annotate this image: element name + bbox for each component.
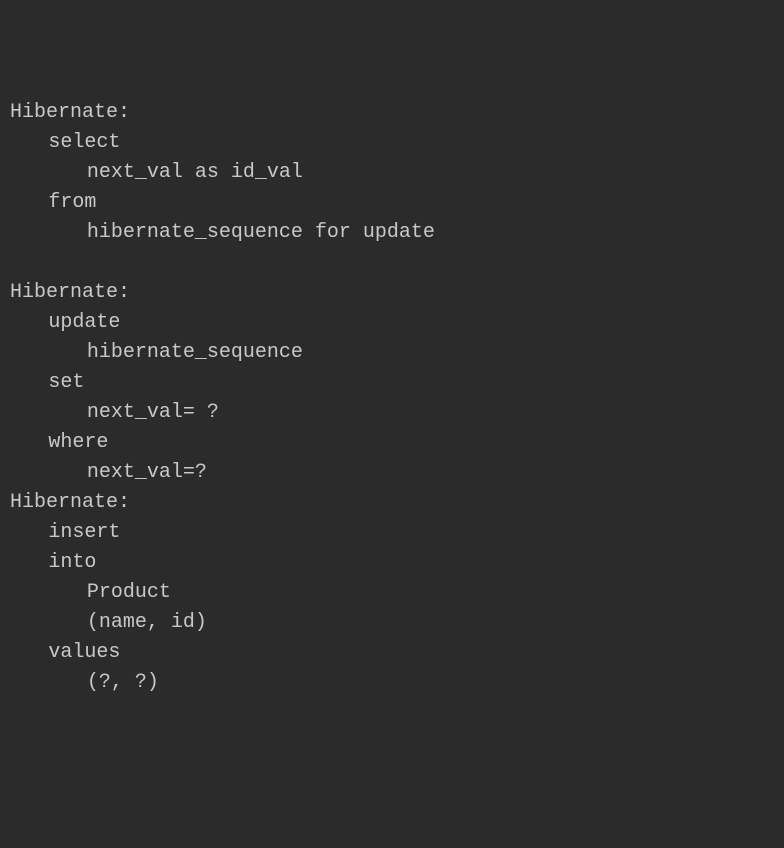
log-line: update bbox=[10, 308, 774, 338]
log-line: from bbox=[10, 188, 774, 218]
log-line: hibernate_sequence for update bbox=[10, 218, 774, 248]
log-line: where bbox=[10, 428, 774, 458]
log-line: insert bbox=[10, 518, 774, 548]
log-line: (?, ?) bbox=[10, 668, 774, 698]
log-line: hibernate_sequence bbox=[10, 338, 774, 368]
log-line: next_val as id_val bbox=[10, 158, 774, 188]
log-line: into bbox=[10, 548, 774, 578]
sql-log-output: Hibernate: selectnext_val as id_val from… bbox=[10, 98, 774, 698]
log-line: values bbox=[10, 638, 774, 668]
log-line bbox=[10, 248, 774, 278]
log-line: Hibernate: bbox=[10, 278, 774, 308]
log-line: set bbox=[10, 368, 774, 398]
log-line: Hibernate: bbox=[10, 98, 774, 128]
log-line: select bbox=[10, 128, 774, 158]
log-line: Hibernate: bbox=[10, 488, 774, 518]
log-line: next_val= ? bbox=[10, 398, 774, 428]
log-line: (name, id) bbox=[10, 608, 774, 638]
log-line: next_val=? bbox=[10, 458, 774, 488]
log-line: Product bbox=[10, 578, 774, 608]
